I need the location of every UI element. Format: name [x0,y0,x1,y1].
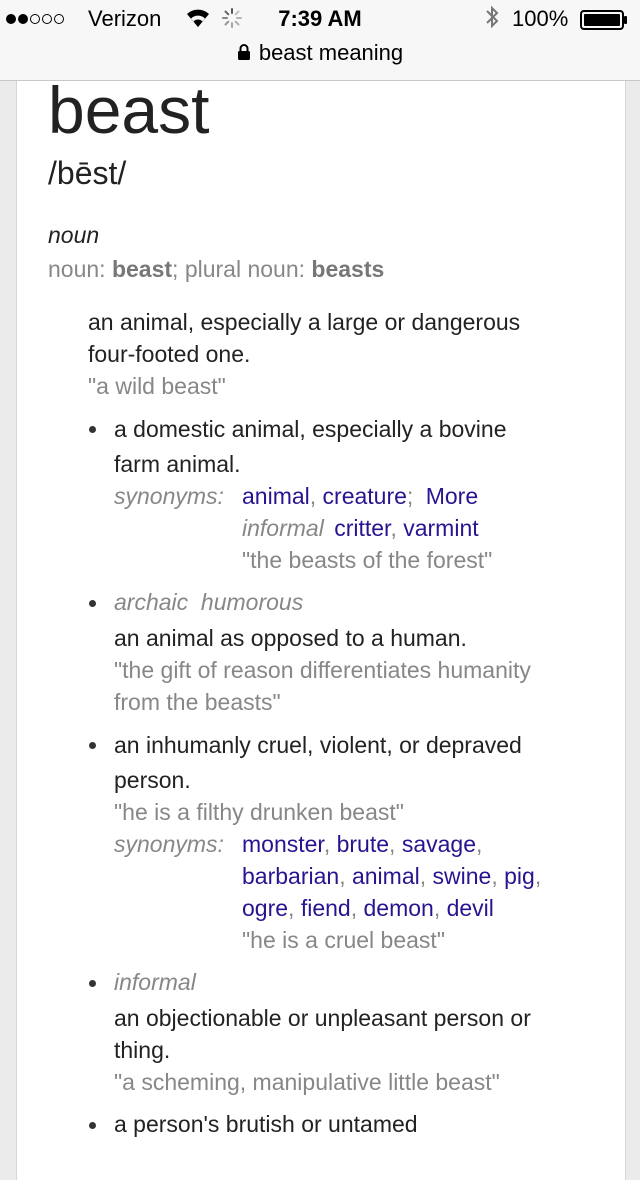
synonym-link[interactable]: brute [337,831,389,857]
sense3-example: "he is a filthy drunken beast" [114,799,404,825]
main-definition-line1: an animal, especially a large or dangero… [88,309,521,335]
sense5-definition-line1: a person's brutish or untamed [114,1111,418,1137]
synonym-link[interactable]: varmint [403,515,478,541]
bullet [89,980,96,987]
bullet [89,426,96,433]
synonym-link[interactable]: devil [447,895,494,921]
sense4-definition-line2: thing. [114,1037,171,1063]
synonym-link[interactable]: pig [504,863,535,889]
status-bar: Verizon 7:39 AM 100% [0,0,640,40]
synonym-link[interactable]: ogre [242,895,288,921]
browser-top-bar: Verizon 7:39 AM 100% beast meaning [0,0,640,81]
sense1-synonyms-label: synonyms: [114,483,224,509]
sense2-definition: an animal as opposed to a human. [114,625,467,651]
battery-percent: 100% [512,6,569,31]
headword: beast [48,73,210,147]
sense3-definition-line1: an inhumanly cruel, violent, or depraved [114,732,522,758]
sense3-synonyms-example: "he is a cruel beast" [242,927,445,953]
main-definition-line2: four-footed one. [88,341,251,367]
url-text: beast meaning [258,40,404,65]
synonym-link[interactable]: demon [363,895,433,921]
main-definition-example: "a wild beast" [88,373,226,399]
lock-icon [237,44,250,61]
sense3-synonyms-label: synonyms: [114,831,224,857]
synonym-link[interactable]: creature [323,483,407,509]
sense4-labels: informal [114,969,196,995]
singular-form: beast [111,256,173,282]
sense4-example: "a scheming, manipulative little beast" [114,1069,500,1095]
sense1-example: "the beasts of the forest" [242,547,493,573]
sense4-definition-line1: an objectionable or unpleasant person or [114,1005,531,1031]
sense3-definition-line2: person. [114,767,191,793]
sense3-synonyms-row1: monster, brute, savage, [242,831,483,857]
address-bar[interactable]: beast meaning [0,40,640,72]
plural-form: beasts [311,256,385,282]
battery-icon [580,10,627,30]
sense3-synonyms-row3: ogre, fiend, demon, devil [242,895,494,921]
sense1-informal-synonyms: informal critter, varmint [242,515,479,541]
bullet [89,1122,96,1129]
sense1-definition-line2: farm animal. [114,451,241,477]
informal-label: informal [242,515,324,541]
phonetic: /bēst/ [48,155,127,191]
sense2-example-line1: "the gift of reason differentiates human… [114,657,531,683]
bluetooth-icon [486,5,499,29]
synonym-link[interactable]: barbarian [242,863,339,889]
word-forms: noun: beast; plural noun: beasts [48,256,385,282]
part-of-speech: noun [48,222,100,248]
sense1-synonyms: animal, creature; More [242,483,479,509]
synonym-link[interactable]: swine [433,863,492,889]
sense2-example-line2: from the beasts" [114,689,281,715]
synonym-link[interactable]: savage [402,831,476,857]
synonym-link[interactable]: animal [352,863,420,889]
synonym-link[interactable]: animal [242,483,310,509]
synonym-link[interactable]: monster [242,831,324,857]
sense1-definition-line1: a domestic animal, especially a bovine [114,416,507,442]
bullet [89,600,96,607]
sense3-synonyms-row2: barbarian, animal, swine, pig, [242,863,542,889]
synonym-link[interactable]: critter [334,515,390,541]
bullet [89,742,96,749]
sense2-labels: archaic humorous [114,589,304,615]
more-synonyms-link[interactable]: More [426,483,478,509]
synonym-link[interactable]: fiend [301,895,351,921]
